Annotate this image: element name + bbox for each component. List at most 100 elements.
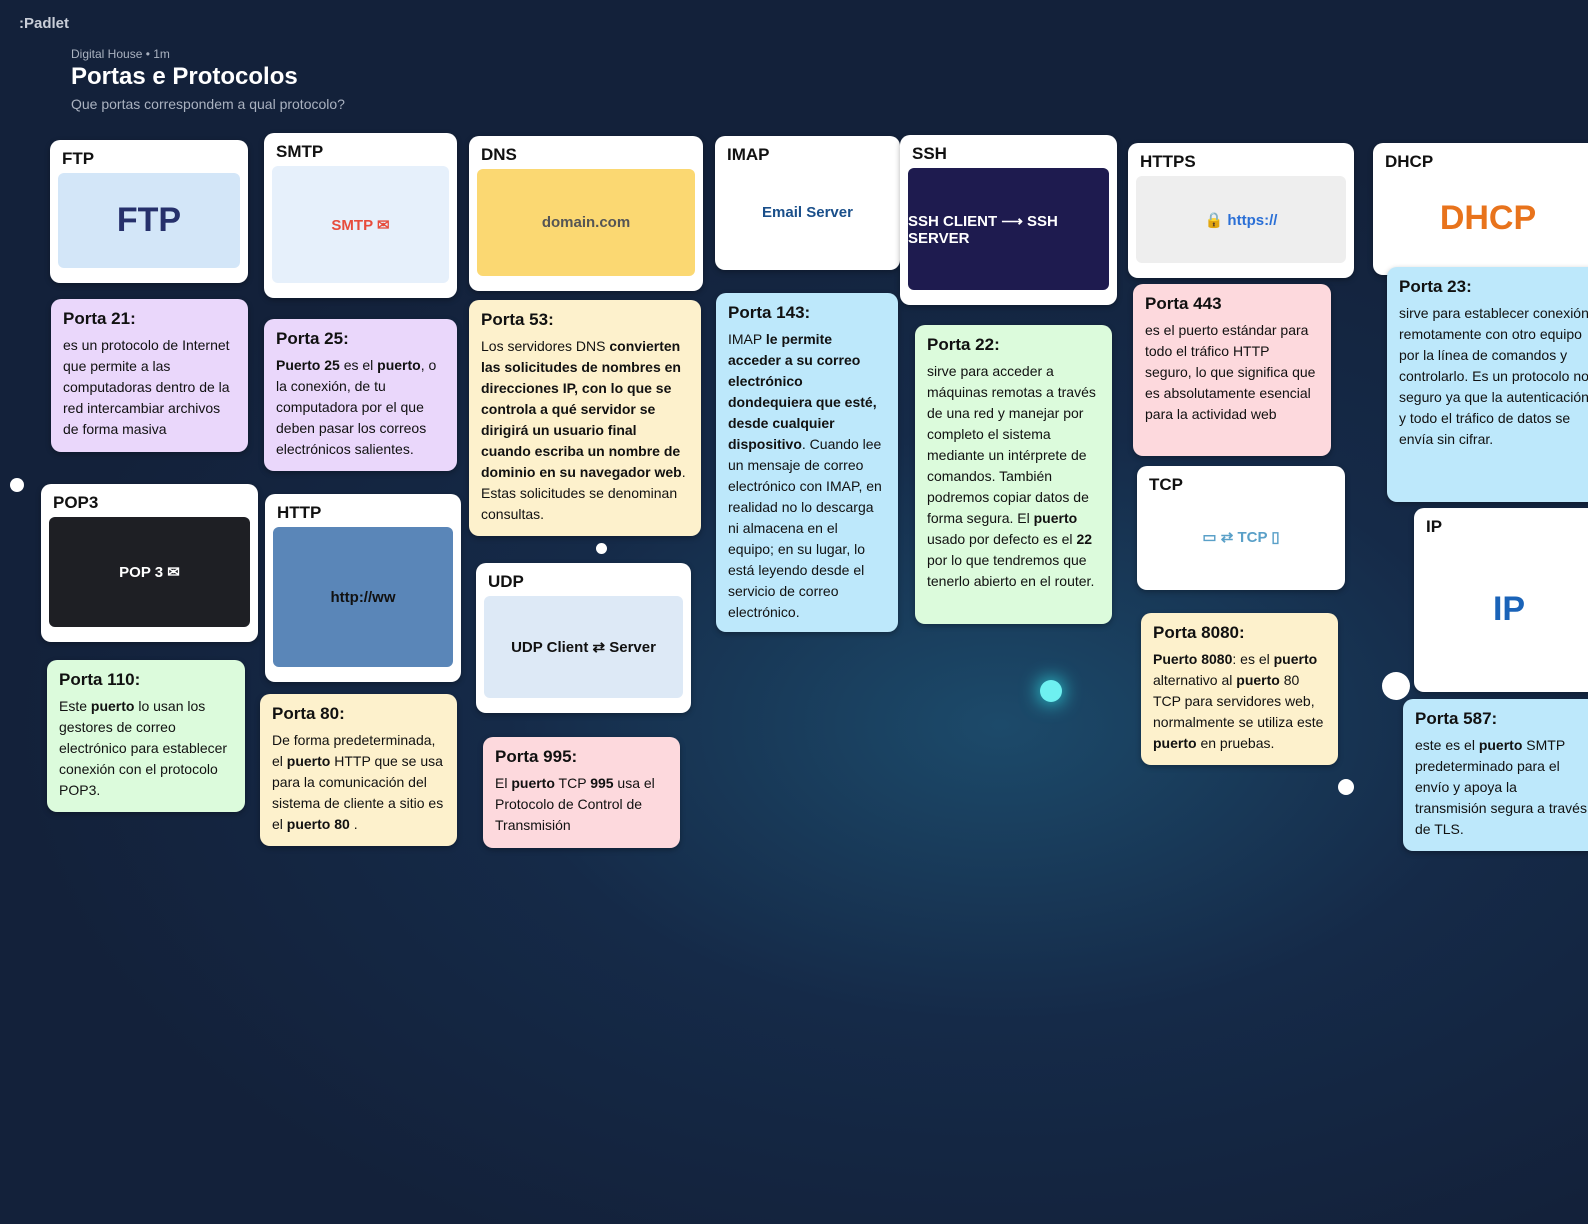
post-image: DHCP — [1381, 176, 1588, 260]
note-text-segment: puerto — [1273, 651, 1318, 667]
post-image: IP — [1422, 541, 1588, 677]
note-body: Puerto 8080: es el puerto alternativo al… — [1141, 649, 1338, 754]
note-body: Puerto 25 es el puerto, o la conexión, d… — [264, 355, 457, 460]
note-text-segment: alternativo al — [1153, 672, 1237, 688]
note-card[interactable]: Porta 80: De forma predeterminada, el pue… — [260, 694, 457, 846]
board-meta: Digital House • 1m — [71, 47, 170, 61]
note-text-segment: en pruebas. — [1196, 735, 1275, 751]
note-text-segment: TCP — [554, 775, 591, 791]
note-text-segment: puerto — [90, 698, 135, 714]
note-title: Porta 995: — [495, 747, 578, 766]
note-text-segment: puerto — [511, 775, 555, 791]
note-title: Porta 25: — [276, 329, 349, 348]
note-text-segment: puerto — [377, 357, 421, 373]
post-card-dns[interactable]: DNS domain.com — [469, 136, 703, 291]
note-text-segment: puerto — [1033, 510, 1078, 526]
note-text-segment: Este — [59, 698, 91, 714]
post-card-ssh[interactable]: SSH SSH CLIENT ⟶ SSH SERVER — [900, 135, 1117, 305]
post-card-smtp[interactable]: SMTP SMTP ✉ — [264, 133, 457, 298]
note-text-segment: . — [349, 816, 358, 832]
note-text-segment: puerto — [286, 753, 331, 769]
note-text-segment: puerto — [1236, 672, 1280, 688]
note-text-segment: sirve para acceder a máquinas remotas a … — [927, 363, 1096, 526]
post-title: DNS — [481, 145, 517, 164]
post-image: SSH CLIENT ⟶ SSH SERVER — [908, 168, 1109, 290]
post-title: IMAP — [727, 145, 770, 164]
post-image: domain.com — [477, 169, 695, 276]
note-body: Los servidores DNS convierten las solici… — [469, 336, 701, 525]
post-title: TCP — [1149, 475, 1183, 494]
note-card[interactable]: Porta 25: Puerto 25 es el puerto, o la co… — [264, 319, 457, 471]
note-title: Porta 21: — [63, 309, 136, 328]
post-title: UDP — [488, 572, 524, 591]
background-dot — [1040, 680, 1062, 702]
note-text-segment: Los servidores DNS — [481, 338, 610, 354]
note-body: este es el puerto SMTP predeterminado pa… — [1403, 735, 1588, 840]
post-card-ip[interactable]: IP IP — [1414, 508, 1588, 692]
note-text-segment: sirve para establecer conexión remotamen… — [1399, 305, 1588, 447]
note-card[interactable]: Porta 8080: Puerto 8080: es el puerto alt… — [1141, 613, 1338, 765]
note-text-segment: es un protocolo de Internet que permite … — [63, 337, 230, 437]
background-dot — [1382, 672, 1410, 700]
note-text-segment: El — [495, 775, 512, 791]
note-title: Porta 53: — [481, 310, 554, 329]
note-text-segment: por lo que tendremos que tenerlo abierto… — [927, 552, 1095, 589]
note-body: El puerto TCP 995 usa el Protocolo de Co… — [483, 773, 680, 836]
note-text-segment: es el — [339, 357, 378, 373]
note-title: Porta 143: — [728, 303, 811, 322]
padlet-logo[interactable]: :Padlet — [19, 15, 69, 32]
note-text-segment: este es el — [1415, 737, 1479, 753]
post-image: POP 3 ✉ — [49, 517, 250, 627]
note-body: IMAP le permite acceder a su correo elec… — [716, 329, 898, 623]
note-card[interactable]: Porta 143: IMAP le permite acceder a su c… — [716, 293, 898, 632]
post-card-ftp[interactable]: FTP FTP — [50, 140, 248, 283]
note-card[interactable]: Porta 995: El puerto TCP 995 usa el Proto… — [483, 737, 680, 848]
note-title: Porta 8080: — [1153, 623, 1245, 642]
note-card[interactable]: Porta 23: sirve para establecer conexión … — [1387, 267, 1588, 502]
note-body: es un protocolo de Internet que permite … — [51, 335, 248, 440]
post-title: IP — [1426, 517, 1443, 536]
note-text-segment: 22 — [1076, 531, 1093, 547]
post-card-https[interactable]: HTTPS 🔒 https:// — [1128, 143, 1354, 278]
note-text-segment: puerto — [1153, 735, 1197, 751]
note-card[interactable]: Porta 21: es un protocolo de Internet que… — [51, 299, 248, 452]
note-card[interactable]: Porta 587: este es el puerto SMTP predet… — [1403, 699, 1588, 851]
note-text-segment: puerto 80 — [286, 816, 350, 832]
note-card[interactable]: Porta 22: sirve para acceder a máquinas r… — [915, 325, 1112, 624]
post-card-http[interactable]: HTTP http://ww — [265, 494, 461, 682]
note-text-segment: 995 — [590, 775, 614, 791]
page-subtitle: Que portas correspondem a qual protocolo… — [71, 96, 345, 112]
post-card-pop3[interactable]: POP3 POP 3 ✉ — [41, 484, 258, 642]
post-title: SSH — [912, 144, 947, 163]
post-title: HTTP — [277, 503, 322, 522]
background-dot — [10, 478, 24, 492]
post-image: FTP — [58, 173, 240, 268]
note-card[interactable]: Porta 53: Los servidores DNS convierten l… — [469, 300, 701, 536]
post-title: SMTP — [276, 142, 324, 161]
note-title: Porta 110: — [59, 670, 141, 689]
post-card-imap[interactable]: IMAP Email Server — [715, 136, 900, 270]
post-image: 🔒 https:// — [1136, 176, 1346, 263]
note-text-segment: es el puerto estándar para todo el tráfi… — [1145, 322, 1316, 422]
note-card[interactable]: Porta 443 es el puerto estándar para todo… — [1133, 284, 1331, 456]
post-title: DHCP — [1385, 152, 1434, 171]
note-body: sirve para establecer conexión remotamen… — [1387, 303, 1588, 450]
post-image: http://ww — [273, 527, 453, 667]
note-text-segment: : es el — [1232, 651, 1274, 667]
post-card-udp[interactable]: UDP UDP Client ⇄ Server — [476, 563, 691, 713]
note-title: Porta 80: — [272, 704, 345, 723]
background-dot — [1338, 779, 1354, 795]
post-card-dhcp[interactable]: DHCP DHCP — [1373, 143, 1588, 275]
post-image: Email Server — [723, 169, 892, 255]
note-text-segment: . Cuando lee un mensaje de correo electr… — [728, 436, 882, 620]
note-text-segment: usado por defecto es el — [927, 531, 1077, 547]
note-card[interactable]: Porta 110: Este puerto lo usan los gesto… — [47, 660, 245, 812]
page-title: Portas e Protocolos — [71, 63, 298, 90]
note-text-segment: le permite acceder a su correo electróni… — [728, 331, 877, 452]
post-image: ▭ ⇄ TCP ▯ — [1145, 499, 1337, 575]
post-image: UDP Client ⇄ Server — [484, 596, 683, 698]
note-title: Porta 587: — [1415, 709, 1498, 728]
note-body: es el puerto estándar para todo el tráfi… — [1133, 320, 1331, 425]
post-card-tcp[interactable]: TCP ▭ ⇄ TCP ▯ — [1137, 466, 1345, 590]
note-title: Porta 23: — [1399, 277, 1472, 296]
